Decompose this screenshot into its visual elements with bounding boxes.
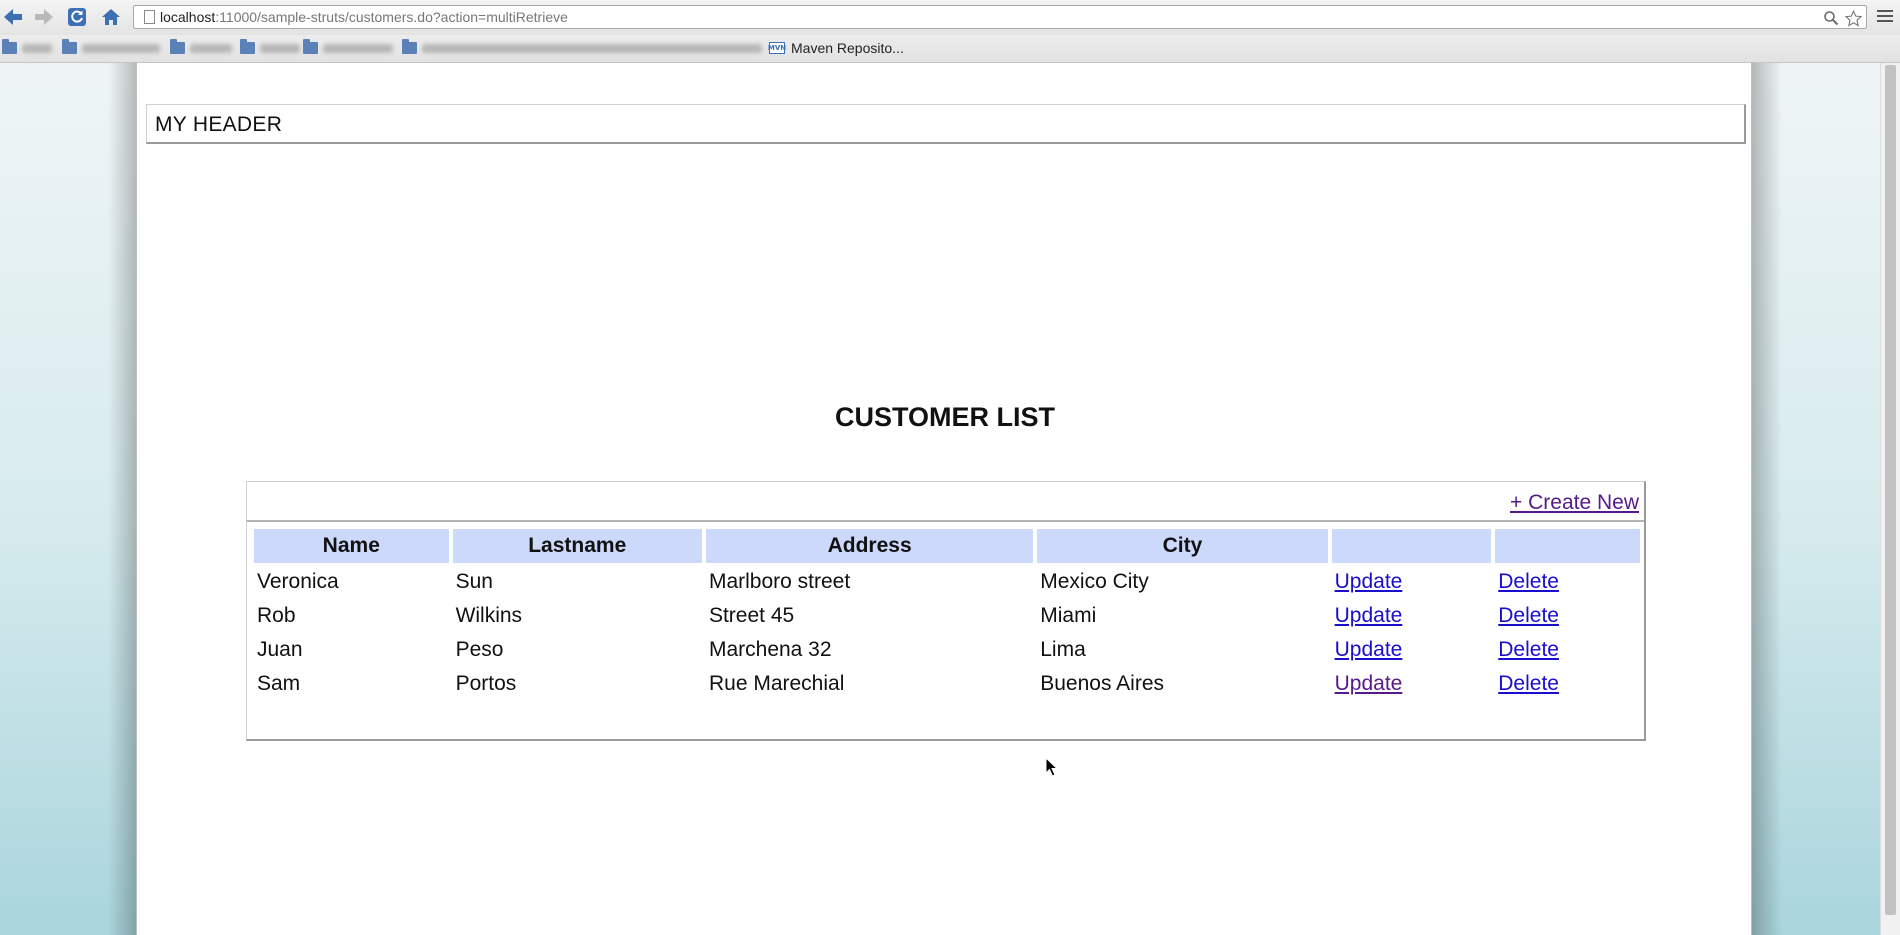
blurred-label [323,43,393,53]
update-link[interactable]: Update [1335,604,1403,627]
address-bar[interactable]: localhost:11000/sample-struts/customers.… [133,5,1867,29]
zoom-icon [1824,11,1839,26]
page-container: MY HEADER CUSTOMER LIST + Create New Nam… [136,63,1752,935]
bookmark-maven[interactable]: MVN Maven Reposito... [767,40,904,56]
bookmark-folder-2[interactable] [62,39,160,56]
bookmark-folder-3[interactable] [170,39,232,56]
delete-link[interactable]: Delete [1498,604,1559,627]
cell-update: Update [1332,635,1492,665]
cell-update: Update [1332,601,1492,631]
cell-address: Street 45 [708,604,795,627]
back-arrow-icon [4,9,22,25]
customer-list-panel: + Create New Name Lastname Address City [246,481,1646,741]
header-text: MY HEADER [155,113,283,136]
folder-icon [170,39,185,54]
column-header-lastname: Lastname [452,529,702,563]
bookmark-folder-6[interactable] [402,39,762,56]
create-new-link[interactable]: + Create New [1510,491,1639,515]
column-header-update [1331,529,1492,563]
cell-update: Update [1332,567,1492,597]
page-shadow-right [1752,63,1782,935]
bookmark-folder-1[interactable] [2,39,52,56]
page-scrollbar[interactable] [1880,63,1900,935]
folder-icon [303,39,318,54]
cell-city: Mexico City [1040,570,1149,593]
create-bar: + Create New [247,482,1644,522]
menu-icon [1875,10,1895,22]
page-title: CUSTOMER LIST [834,402,1055,432]
customer-table: Name Lastname Address City Veronica Sun … [250,525,1644,703]
table-row: Rob Wilkins Street 45 Miami Update Delet… [254,601,1640,631]
blurred-label [82,43,160,53]
page-header: MY HEADER [146,104,1746,144]
bookmarks-bar: MVN Maven Reposito... [0,35,1900,63]
blurred-label [422,43,762,53]
browser-menu-button[interactable] [1875,7,1895,27]
mouse-cursor-icon [1045,757,1059,777]
reload-icon [68,8,86,26]
cell-address: Marlboro street [708,570,851,593]
star-icon [1844,9,1862,27]
cell-lastname: Wilkins [455,604,523,627]
scrollbar-thumb[interactable] [1885,65,1896,915]
column-header-city: City [1037,529,1328,563]
cell-delete: Delete [1495,601,1640,631]
update-link[interactable]: Update [1335,570,1403,593]
cell-name: Veronica [257,570,339,593]
cell-address: Marchena 32 [708,638,832,661]
folder-icon [402,39,417,54]
zoom-button[interactable] [1822,9,1840,27]
cell-delete: Delete [1495,669,1640,699]
cell-name: Rob [257,604,296,627]
delete-link[interactable]: Delete [1498,638,1559,661]
table-row: Veronica Sun Marlboro street Mexico City… [254,567,1640,597]
cell-lastname: Portos [455,672,517,695]
page-icon [144,10,155,24]
cell-update: Update [1332,669,1492,699]
column-header-name: Name [254,529,449,563]
folder-icon [2,39,17,54]
bookmark-maven-label: Maven Reposito... [791,40,904,56]
address-url[interactable]: localhost:11000/sample-struts/customers.… [160,9,568,25]
cell-city: Buenos Aires [1040,672,1164,695]
cell-lastname: Sun [455,570,493,593]
cell-city: Lima [1040,638,1086,661]
delete-link[interactable]: Delete [1498,672,1559,695]
table-row: Juan Peso Marchena 32 Lima Update Delete [254,635,1640,665]
page-shadow-left [108,63,138,935]
bookmark-folder-5[interactable] [303,39,393,56]
blurred-label [22,43,52,53]
blurred-label [190,43,232,53]
table-header-row: Name Lastname Address City [254,529,1640,563]
update-link[interactable]: Update [1335,638,1403,661]
maven-icon: MVN [767,42,787,54]
bookmark-folder-4[interactable] [240,39,300,56]
page-viewport: MY HEADER CUSTOMER LIST + Create New Nam… [0,63,1880,935]
cell-name: Juan [257,638,303,661]
cell-city: Miami [1040,604,1097,627]
forward-arrow-icon [35,9,53,25]
table-row: Sam Portos Rue Marechial Buenos Aires Up… [254,669,1640,699]
update-link[interactable]: Update [1335,672,1403,695]
folder-icon [240,39,255,54]
forward-button[interactable] [33,6,55,28]
browser-toolbar: localhost:11000/sample-struts/customers.… [0,0,1900,35]
column-header-address: Address [705,529,1034,563]
url-host: localhost [160,9,216,25]
bookmark-star-button[interactable] [1844,9,1862,27]
cell-address: Rue Marechial [708,672,845,695]
home-icon [102,9,120,25]
home-button[interactable] [100,6,122,28]
column-header-delete [1495,529,1640,563]
cell-delete: Delete [1495,635,1640,665]
back-button[interactable] [2,6,24,28]
cell-delete: Delete [1495,567,1640,597]
url-path: :11000/sample-struts/customers.do?action… [215,9,568,25]
folder-icon [62,39,77,54]
delete-link[interactable]: Delete [1498,570,1559,593]
cell-lastname: Peso [455,638,504,661]
cell-name: Sam [257,672,301,695]
reload-button[interactable] [66,6,88,28]
blurred-label [260,43,300,53]
